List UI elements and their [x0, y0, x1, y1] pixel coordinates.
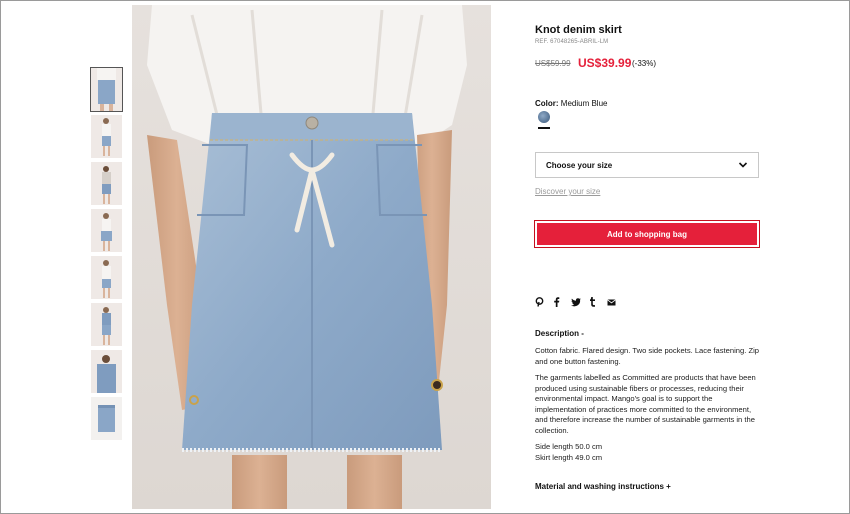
skirt-length: Skirt length 49.0 cm: [535, 452, 603, 462]
tumblr-icon[interactable]: [589, 297, 598, 307]
discount-badge: (-33%): [632, 59, 657, 68]
thumbnail-8[interactable]: [91, 397, 122, 440]
description-text: Cotton fabric. Flared design. Two side p…: [535, 346, 759, 366]
pinterest-icon[interactable]: [535, 297, 544, 307]
color-swatch-medium-blue[interactable]: [538, 111, 550, 123]
thumbnail-7[interactable]: [91, 350, 122, 393]
original-price: US$59.99: [535, 59, 571, 68]
color-label-key: Color:: [535, 99, 559, 108]
discover-size-link[interactable]: Discover your size: [535, 187, 600, 196]
sale-price: US$39.99: [578, 56, 632, 70]
selected-swatch-indicator: [538, 127, 550, 129]
size-select[interactable]: Choose your size: [535, 152, 759, 178]
material-washing-toggle[interactable]: Material and washing instructions +: [535, 482, 671, 491]
color-value: Medium Blue: [560, 99, 608, 108]
twitter-icon[interactable]: [571, 297, 581, 307]
email-icon[interactable]: [607, 298, 616, 306]
product-reference: REF. 67048265-ABRIL-LM: [535, 39, 609, 45]
sustainability-text: The garments labelled as Committed are p…: [535, 373, 756, 435]
product-title: Knot denim skirt: [535, 24, 622, 36]
thumbnail-6[interactable]: [91, 303, 122, 346]
thumbnail-3[interactable]: [91, 162, 122, 205]
thumbnail-2[interactable]: [91, 115, 122, 158]
thumbnail-1[interactable]: [90, 67, 123, 112]
main-product-image: [132, 5, 491, 509]
side-length: Side length 50.0 cm: [535, 442, 603, 451]
measurements: Side length 50.0 cm Skirt length 49.0 cm: [535, 442, 763, 463]
share-icons: [535, 297, 616, 307]
add-to-bag-button[interactable]: Add to shopping bag: [534, 220, 760, 248]
thumbnail-5[interactable]: [91, 256, 122, 299]
size-select-label: Choose your size: [546, 160, 613, 170]
thumbnail-4[interactable]: [91, 209, 122, 252]
color-label: Color: Medium Blue: [535, 99, 607, 108]
facebook-icon[interactable]: [553, 297, 562, 307]
chevron-down-icon: [738, 162, 748, 168]
description-toggle[interactable]: Description -: [535, 329, 584, 338]
add-to-bag-label: Add to shopping bag: [537, 223, 757, 245]
